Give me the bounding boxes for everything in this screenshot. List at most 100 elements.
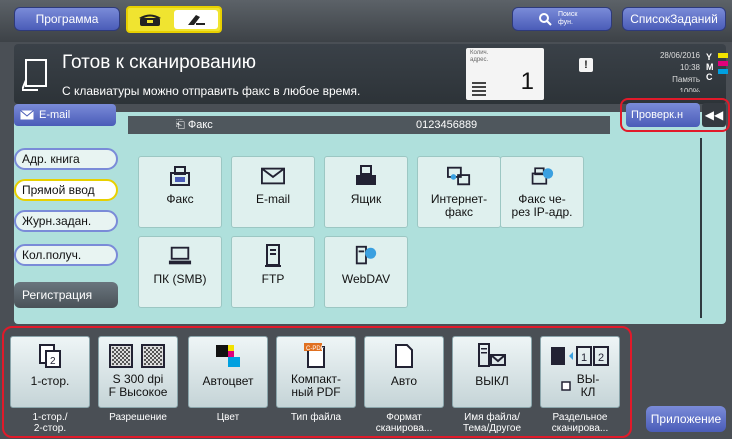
pc-icon xyxy=(168,245,192,267)
fax-icon xyxy=(168,165,192,187)
dest-email-label: E-mail xyxy=(255,192,290,206)
internet-fax-icon xyxy=(447,165,471,187)
destination-bar: ⎗ Факс 0123456889 xyxy=(128,116,610,134)
separate-scan-icon: 12 xyxy=(549,341,611,371)
setting-scan-size-button[interactable]: Авто xyxy=(364,336,444,408)
dest-smb-button[interactable]: ПК (SMB) xyxy=(138,236,222,308)
destination-count-box: Колич. адрес. 1 xyxy=(466,48,544,100)
dest-box-button[interactable]: Ящик xyxy=(324,156,408,228)
memory-label: Память xyxy=(672,75,700,84)
setting-color-value: Автоцвет xyxy=(202,374,254,388)
setting-scan-size-value: Авто xyxy=(390,374,418,388)
svg-text:1: 1 xyxy=(581,352,587,364)
separate-scan-row: ВЫ- КЛ xyxy=(560,372,600,399)
setting-resolution-label: Разрешение xyxy=(109,412,167,423)
scan-document-icon xyxy=(22,59,47,91)
setting-duplex-button[interactable]: 2 1-стор. xyxy=(10,336,90,408)
filename-icon xyxy=(477,341,507,371)
setting-duplex-label: 1-стор./ 2-стор. xyxy=(32,412,68,434)
nav-job-history[interactable]: Журн.задан. xyxy=(14,210,118,232)
dest-fax-label: Факс xyxy=(166,192,194,206)
tab-email[interactable]: E-mail xyxy=(14,104,116,126)
fax-type-label: Факс xyxy=(187,119,213,131)
status-panel: Готов к сканированию С клавиатуры можно … xyxy=(14,44,728,104)
time: 10:38 xyxy=(679,63,700,72)
dest-ftp-button[interactable]: FTP xyxy=(231,236,315,308)
setting-resolution-value: S 300 dpi F Высокое xyxy=(108,372,168,399)
svg-text:2: 2 xyxy=(50,356,56,367)
color-icon xyxy=(214,341,242,371)
setting-separate-scan-label: Раздельное сканирова... xyxy=(551,412,609,434)
envelope-icon xyxy=(20,110,34,120)
svg-text:C-PDF: C-PDF xyxy=(306,346,325,352)
job-list-button[interactable]: СписокЗаданий xyxy=(622,7,726,31)
toner-bar-c xyxy=(718,69,728,74)
dest-ip-fax-button[interactable]: Факс че- рез IP-адр. xyxy=(500,156,584,228)
fax-small-icon: ⎗ xyxy=(176,119,185,131)
webdav-icon xyxy=(354,245,378,267)
setting-filename-value: ВЫКЛ xyxy=(475,374,509,388)
toner-bar-m xyxy=(718,61,728,66)
setting-separate-scan-button[interactable]: 12 ВЫ- КЛ xyxy=(540,336,620,408)
page-icon xyxy=(395,341,413,371)
dest-internet-fax-button[interactable]: Интернет- факс xyxy=(417,156,501,228)
status-title: Готов к сканированию xyxy=(62,52,257,73)
list-icon xyxy=(472,82,486,96)
dest-email-button[interactable]: E-mail xyxy=(231,156,315,228)
fax-mode-group xyxy=(126,6,222,33)
toner-c: C xyxy=(706,72,713,82)
date: 28/06/2016 xyxy=(659,51,700,60)
status-subtitle: С клавиатуры можно отправить факс в любо… xyxy=(62,84,361,98)
date-time: 28/06/2016 10:38 Память 100% xyxy=(622,50,700,92)
setting-file-type-value: Компакт- ный PDF xyxy=(291,372,341,399)
check-settings-highlight: Проверк.н ◀◀ xyxy=(620,98,730,132)
setting-color-button[interactable]: Автоцвет xyxy=(188,336,268,408)
dest-box-label: Ящик xyxy=(350,192,382,206)
scrollbar[interactable] xyxy=(700,138,702,318)
nav-direct-input[interactable]: Прямой ввод xyxy=(14,179,118,201)
handset-icon xyxy=(188,14,205,25)
pdf-icon: C-PDF xyxy=(304,341,328,371)
search-function-button[interactable]: Поиск фун. xyxy=(512,7,612,31)
toner-y: Y xyxy=(706,52,713,62)
simplex-icon: 2 xyxy=(39,341,61,371)
nav-address-book[interactable]: Адр. книга xyxy=(14,148,118,170)
setting-duplex-value: 1-стор. xyxy=(30,374,70,388)
warning-icon[interactable]: ! xyxy=(579,58,593,72)
collapse-arrow-icon[interactable]: ◀◀ xyxy=(702,103,726,127)
nav-multi-address[interactable]: Кол.получ. xyxy=(14,244,118,266)
setting-filename-button[interactable]: ВЫКЛ xyxy=(452,336,532,408)
ftp-icon xyxy=(261,244,285,267)
count-label: Колич. адрес. xyxy=(470,50,489,63)
setting-resolution-button[interactable]: S 300 dpi F Высокое xyxy=(98,336,178,408)
handset-button[interactable] xyxy=(174,10,218,29)
toner-letters: Y M C xyxy=(706,52,714,82)
fax-number: 0123456889 xyxy=(416,119,478,131)
count-value: 1 xyxy=(520,68,534,95)
toner-bar-y xyxy=(718,53,728,58)
tab-email-label: E-mail xyxy=(39,109,71,121)
phone-icon xyxy=(139,14,161,26)
program-button[interactable]: Программа xyxy=(14,7,120,31)
toner-bars xyxy=(718,53,728,77)
dest-fax-button[interactable]: Факс xyxy=(138,156,222,228)
dest-ftp-label: FTP xyxy=(261,272,285,286)
search-label: Поиск фун. xyxy=(558,11,578,26)
setting-separate-scan-value: ВЫ- КЛ xyxy=(576,372,600,399)
search-icon xyxy=(539,13,552,26)
resolution-icon xyxy=(108,341,168,371)
small-page-icon xyxy=(560,381,571,391)
envelope-icon xyxy=(261,165,285,187)
memory-value: 100% xyxy=(679,87,700,92)
fax-type: ⎗ Факс xyxy=(176,119,213,132)
check-settings-button[interactable]: Проверк.н xyxy=(626,103,700,127)
toner-m: M xyxy=(706,62,714,72)
register-button[interactable]: Регистрация xyxy=(14,282,118,308)
setting-file-type-button[interactable]: C-PDF Компакт- ный PDF xyxy=(276,336,356,408)
setting-scan-size-label: Формат сканирова... xyxy=(375,412,433,434)
phone-button[interactable] xyxy=(128,8,172,31)
dest-webdav-label: WebDAV xyxy=(341,272,391,286)
application-button[interactable]: Приложение xyxy=(646,406,726,432)
top-bar: Программа Поиск фун. СписокЗаданий xyxy=(0,0,732,42)
dest-webdav-button[interactable]: WebDAV xyxy=(324,236,408,308)
